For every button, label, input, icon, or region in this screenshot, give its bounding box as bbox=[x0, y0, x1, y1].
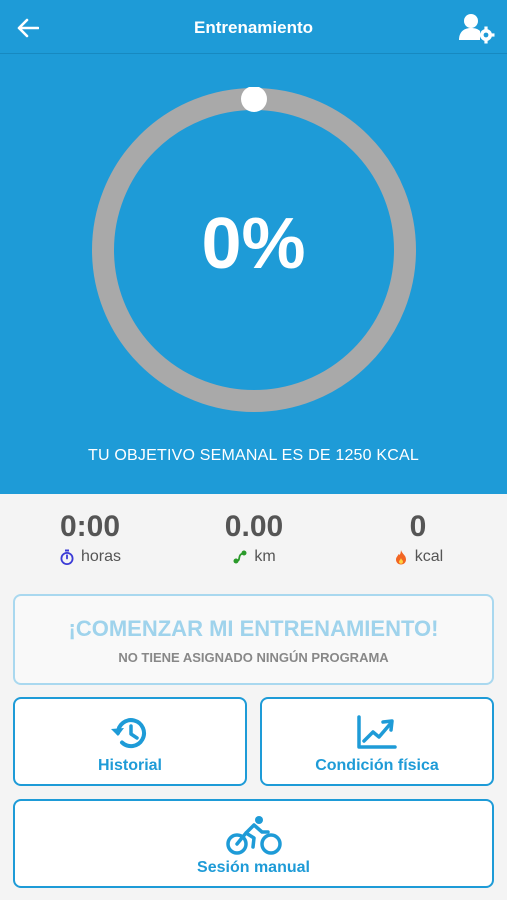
stats-row: 0:00 horas 0.00 km 0 kcal bbox=[0, 494, 507, 586]
page-title: Entrenamiento bbox=[193, 18, 314, 37]
history-icon bbox=[111, 718, 146, 749]
history-button[interactable]: Historial bbox=[13, 697, 247, 786]
stat-hours: 0:00 horas bbox=[20, 510, 160, 570]
stat-distance-value: 0.00 bbox=[224, 510, 284, 543]
stat-distance-unit: km bbox=[254, 548, 276, 565]
stat-calories: 0 kcal bbox=[348, 510, 488, 570]
profile-settings-button[interactable] bbox=[459, 12, 495, 44]
fitness-label: Condición física bbox=[315, 757, 439, 774]
chart-line-icon bbox=[357, 715, 397, 749]
start-training-title: ¡COMENZAR MI ENTRENAMIENTO! bbox=[68, 616, 439, 641]
fitness-button[interactable]: Condición física bbox=[260, 697, 494, 786]
start-training-subtitle: NO TIENE ASIGNADO NINGÚN PROGRAMA bbox=[118, 650, 389, 665]
progress-section: 0% TU OBJETIVO SEMANAL ES DE 1250 KCAL bbox=[0, 54, 507, 494]
stat-calories-value: 0 bbox=[409, 510, 427, 543]
history-label: Historial bbox=[97, 757, 162, 774]
stat-hours-unit: horas bbox=[80, 548, 122, 565]
start-training-button[interactable]: ¡COMENZAR MI ENTRENAMIENTO! NO TIENE ASI… bbox=[13, 594, 494, 685]
progress-knob bbox=[241, 87, 267, 112]
cyclist-icon bbox=[225, 816, 282, 855]
user-settings-icon bbox=[459, 14, 495, 44]
route-icon bbox=[233, 550, 247, 564]
top-bar: Entrenamiento bbox=[0, 0, 507, 54]
stat-distance: 0.00 km bbox=[184, 510, 324, 570]
stat-hours-value: 0:00 bbox=[59, 510, 121, 543]
progress-percent: 0% bbox=[201, 204, 306, 284]
flame-icon bbox=[395, 550, 406, 565]
weekly-goal-text: TU OBJETIVO SEMANAL ES DE 1250 KCAL bbox=[88, 447, 419, 464]
manual-session-label: Sesión manual bbox=[197, 859, 310, 876]
manual-session-button[interactable]: Sesión manual bbox=[13, 799, 494, 888]
stopwatch-icon bbox=[60, 549, 74, 565]
stat-calories-unit: kcal bbox=[414, 548, 444, 565]
